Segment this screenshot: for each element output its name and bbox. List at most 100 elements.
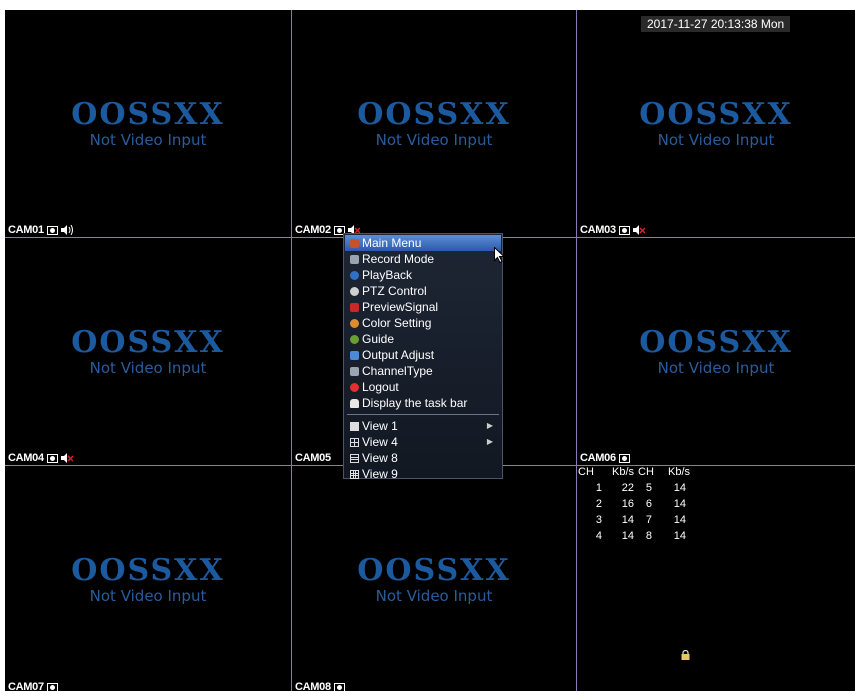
menu-item-output-adjust[interactable]: Output Adjust — [345, 347, 501, 363]
bitrate-cell: 16 — [621, 498, 634, 510]
record-icon — [350, 254, 359, 264]
menu-item-view-1[interactable]: View 1 ▶ — [345, 418, 501, 434]
bitrate-cell: 1 — [595, 482, 602, 494]
camera-label: CAM05 — [295, 451, 331, 465]
record-icon — [618, 453, 630, 463]
camera-cell-3[interactable]: OOSSXX Not Video Input CAM03 — [577, 10, 855, 237]
camera-label: CAM08 — [295, 680, 345, 691]
bitrate-cell: 22 — [621, 482, 634, 494]
camera-cell-6[interactable]: OOSSXX Not Video Input CAM06 — [577, 238, 855, 465]
brand-logo: OOSSXX — [639, 97, 793, 132]
camera-name: CAM01 — [8, 224, 44, 236]
menu-item-label: View 4 — [362, 435, 398, 449]
bitrate-cell: 14 — [673, 530, 686, 542]
menu-item-display-taskbar[interactable]: Display the task bar — [345, 395, 501, 411]
no-video-label: Not Video Input — [375, 131, 493, 149]
bitrate-cell: 2 — [595, 498, 602, 510]
menu-item-main-menu[interactable]: Main Menu — [345, 235, 501, 251]
no-video-label: Not Video Input — [89, 359, 207, 377]
menu-item-view-9[interactable]: View 9 — [345, 466, 501, 482]
no-video-label: Not Video Input — [657, 359, 775, 377]
menu-item-logout[interactable]: Logout — [345, 379, 501, 395]
bitrate-cell: 14 — [673, 514, 686, 526]
submenu-arrow-icon: ▶ — [486, 421, 493, 430]
menu-item-channel-type[interactable]: ChannelType — [345, 363, 501, 379]
brand-logo: OOSSXX — [357, 97, 511, 132]
menu-item-guide[interactable]: Guide — [345, 331, 501, 347]
no-video-label: Not Video Input — [375, 587, 493, 605]
lock-icon[interactable] — [681, 650, 690, 660]
mouse-cursor-icon — [494, 247, 505, 263]
menu-item-label: Output Adjust — [362, 348, 435, 362]
menu-item-label: PTZ Control — [362, 284, 427, 298]
menu-item-label: Main Menu — [362, 236, 422, 250]
no-video-label: Not Video Input — [89, 131, 207, 149]
camera-label: CAM04 — [8, 451, 73, 465]
brand-logo: OOSSXX — [357, 553, 511, 588]
bitrate-cell: 8 — [645, 530, 652, 542]
menu-item-label: Logout — [362, 380, 399, 394]
brand-logo: OOSSXX — [639, 325, 793, 360]
bitrate-header: Kb/s — [667, 466, 690, 478]
menu-item-label: Record Mode — [362, 252, 435, 266]
bitrate-header: CH — [638, 466, 654, 478]
record-icon — [333, 682, 345, 691]
main-menu-icon — [350, 238, 359, 248]
menu-separator — [347, 414, 499, 415]
camera-name: CAM04 — [8, 452, 44, 464]
bitrate-row: 3 14 7 14 — [578, 512, 690, 528]
channel-type-icon — [350, 366, 359, 376]
record-icon — [46, 682, 58, 691]
no-video-label: Not Video Input — [657, 131, 775, 149]
camera-cell-8[interactable]: OOSSXX Not Video Input CAM08 — [292, 466, 576, 691]
no-video-label: Not Video Input — [89, 587, 207, 605]
brand-logo: OOSSXX — [71, 553, 225, 588]
bitrate-table: CH Kb/s CH Kb/s 1 22 5 14 2 16 6 14 3 14… — [578, 464, 690, 544]
output-adjust-icon — [350, 350, 359, 360]
datetime-display: 2017-11-27 20:13:38 Mon — [641, 16, 791, 32]
menu-item-label: PreviewSignal — [362, 300, 439, 314]
camera-cell-2[interactable]: OOSSXX Not Video Input CAM02 — [292, 10, 576, 237]
camera-label: CAM03 — [580, 223, 645, 237]
camera-label: CAM01 — [8, 223, 73, 237]
camera-cell-4[interactable]: OOSSXX Not Video Input CAM04 — [5, 238, 291, 465]
muted-speaker-icon — [60, 453, 73, 463]
bitrate-header-row: CH Kb/s CH Kb/s — [578, 464, 690, 480]
camera-name: CAM08 — [295, 681, 331, 691]
playback-icon — [350, 270, 359, 280]
menu-item-preview-signal[interactable]: PreviewSignal — [345, 299, 501, 315]
bitrate-row: 2 16 6 14 — [578, 496, 690, 512]
bitrate-cell: 3 — [595, 514, 602, 526]
camera-cell-1[interactable]: OOSSXX Not Video Input CAM01 — [5, 10, 291, 237]
camera-name: CAM07 — [8, 681, 44, 691]
camera-label: CAM07 — [8, 680, 58, 691]
menu-item-view-8[interactable]: View 8 — [345, 450, 501, 466]
preview-signal-icon — [350, 302, 359, 312]
menu-item-view-4[interactable]: View 4 ▶ — [345, 434, 501, 450]
bitrate-header: Kb/s — [611, 466, 634, 478]
bitrate-row: 1 22 5 14 — [578, 480, 690, 496]
bitrate-cell: 6 — [645, 498, 652, 510]
submenu-arrow-icon: ▶ — [486, 437, 493, 446]
record-icon — [46, 225, 58, 235]
bitrate-cell: 5 — [645, 482, 652, 494]
menu-item-ptz-control[interactable]: PTZ Control — [345, 283, 501, 299]
menu-item-color-setting[interactable]: Color Setting — [345, 315, 501, 331]
view-9-icon — [350, 469, 359, 479]
guide-icon — [350, 334, 359, 344]
bitrate-cell: 4 — [595, 530, 602, 542]
view-4-icon — [350, 437, 359, 447]
view-1-icon — [350, 421, 359, 431]
context-menu: Main Menu Record Mode PlayBack PTZ Contr… — [343, 233, 503, 482]
bitrate-row: 4 14 8 14 — [578, 528, 690, 544]
menu-item-label: View 8 — [362, 451, 398, 465]
menu-item-playback[interactable]: PlayBack — [345, 267, 501, 283]
camera-cell-7[interactable]: OOSSXX Not Video Input CAM07 — [5, 466, 291, 691]
menu-item-record-mode[interactable]: Record Mode — [345, 251, 501, 267]
view-8-icon — [350, 453, 359, 463]
bitrate-cell: 14 — [621, 514, 634, 526]
menu-item-label: Guide — [362, 332, 395, 346]
bitrate-cell: 14 — [621, 530, 634, 542]
menu-item-label: PlayBack — [362, 268, 413, 282]
camera-name: CAM05 — [295, 452, 331, 464]
